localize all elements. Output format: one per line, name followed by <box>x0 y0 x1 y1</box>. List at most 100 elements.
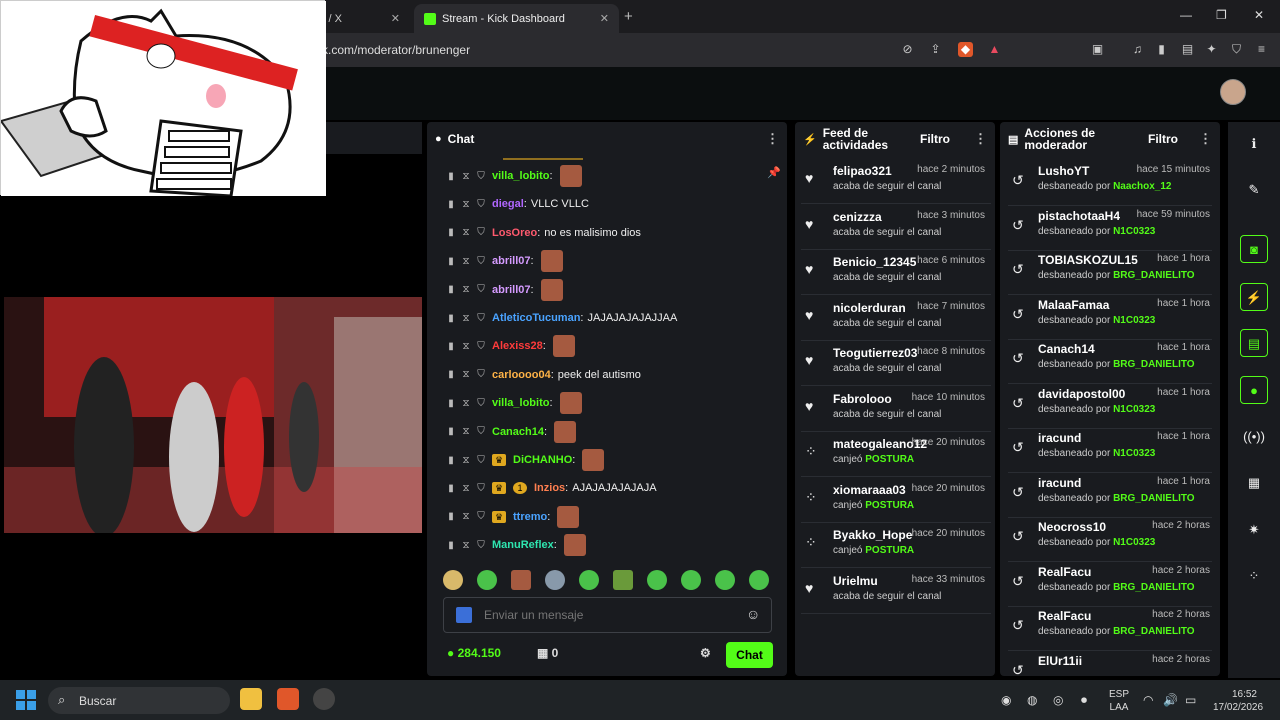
feed-filter-button[interactable]: Filtro <box>920 132 950 146</box>
notes-icon[interactable]: ▤ <box>1240 329 1268 357</box>
share-icon[interactable]: ⇪ <box>928 42 943 57</box>
chat-username[interactable]: carloooo04 <box>492 369 551 381</box>
feed-username[interactable]: Urielmu <box>833 574 878 588</box>
info-icon[interactable]: ℹ <box>1240 130 1268 158</box>
mod-moderator[interactable]: BRG_DANIELITO <box>1113 359 1195 370</box>
maximize-icon[interactable]: ❐ <box>1216 8 1227 22</box>
timeout-icon[interactable]: ⧖ <box>462 227 470 238</box>
timeout-icon[interactable]: ⧖ <box>462 199 470 210</box>
feed-item[interactable]: ⁘ mateogaleano12 hace 20 minutos canjeó POS… <box>801 433 991 477</box>
ban-icon[interactable]: ⛉ <box>477 398 485 409</box>
mod-action-item[interactable]: ↺ RealFacu hace 2 horas desbaneado por BRG_… <box>1008 563 1212 607</box>
timeout-icon[interactable]: ⧖ <box>462 369 470 380</box>
ban-icon[interactable]: ⛉ <box>477 341 485 352</box>
mod-username[interactable]: ElUr11ii <box>1038 654 1082 668</box>
timeout-icon[interactable]: ⧖ <box>462 483 470 494</box>
kick-emote-icon[interactable] <box>456 607 472 623</box>
ban-icon[interactable]: ⛉ <box>477 256 485 267</box>
sidebar-icon[interactable]: ▮ <box>1154 42 1169 57</box>
feed-item[interactable]: ♥ nicolerduran hace 7 minutos acaba de segu… <box>801 297 991 341</box>
delete-icon[interactable]: ▮ <box>447 398 455 409</box>
wrench-icon[interactable]: ✷ <box>1240 516 1268 544</box>
mod-username[interactable]: MalaaFamaa <box>1038 298 1109 312</box>
mod-username[interactable]: pistachotaaH4 <box>1038 209 1120 223</box>
leo-ai-icon[interactable]: ✦ <box>1204 42 1219 57</box>
feed-username[interactable]: Fabrolooo <box>833 392 892 406</box>
mod-filter-button[interactable]: Filtro <box>1148 132 1178 146</box>
file-explorer-icon[interactable] <box>240 688 262 710</box>
mod-action-item[interactable]: ↺ iracund hace 1 hora desbaneado por BRG_DA… <box>1008 474 1212 518</box>
app-icon[interactable]: ◎ <box>1053 693 1063 707</box>
pencil-icon[interactable]: ✎ <box>1240 176 1268 204</box>
points-icon[interactable]: ⁘ <box>1240 562 1268 590</box>
mod-action-item[interactable]: ↺ davidapostol00 hace 1 hora desbaneado por… <box>1008 385 1212 429</box>
chat-message[interactable]: ▮ ⧖ ⛉ LosOreo: no es malisimo dios <box>447 223 641 243</box>
feed-username[interactable]: felipao321 <box>833 164 892 178</box>
brave-browser-icon[interactable] <box>277 688 299 710</box>
channel-points[interactable]: ● 284.150 <box>447 646 501 660</box>
emoji-picker-icon[interactable]: ☺ <box>746 606 760 622</box>
feed-menu-icon[interactable]: ⋮ <box>974 131 987 147</box>
delete-icon[interactable]: ▮ <box>447 369 455 380</box>
delete-icon[interactable]: ▮ <box>447 483 455 494</box>
feed-username[interactable]: cenizzza <box>833 210 882 224</box>
feed-item[interactable]: ⁘ xiomaraaa03 hace 20 minutos canjeó POSTUR… <box>801 479 991 523</box>
mod-moderator[interactable]: BRG_DANIELITO <box>1113 582 1195 593</box>
mod-username[interactable]: TOBIASKOZUL15 <box>1038 253 1138 267</box>
chat-username[interactable]: abrill07 <box>492 255 531 267</box>
chat-username[interactable]: ManuReflex <box>492 539 554 551</box>
camera-icon[interactable]: ◙ <box>1240 235 1268 263</box>
chat-username[interactable]: diegal <box>492 198 524 210</box>
timeout-icon[interactable]: ⧖ <box>462 256 470 267</box>
chat-username[interactable]: Inzios <box>534 482 565 494</box>
ban-icon[interactable]: ⛉ <box>477 313 485 324</box>
delete-icon[interactable]: ▮ <box>447 313 455 324</box>
mod-moderator[interactable]: BRG_DANIELITO <box>1113 626 1195 637</box>
broadcast-icon[interactable]: ((•)) <box>1240 423 1268 451</box>
chat-message[interactable]: ▮ ⧖ ⛉ Canach14: <box>447 420 577 443</box>
mute-icon[interactable]: ⊘ <box>900 42 915 57</box>
mod-moderator[interactable]: N1C0323 <box>1113 315 1155 326</box>
mod-moderator[interactable]: N1C0323 <box>1113 226 1155 237</box>
chat-icon[interactable]: ● <box>1240 376 1268 404</box>
timeout-icon[interactable]: ⧖ <box>462 398 470 409</box>
feed-username[interactable]: Benicio_12345 <box>833 255 916 269</box>
timeout-icon[interactable]: ⧖ <box>462 341 470 352</box>
chat-username[interactable]: Canach14 <box>492 426 544 438</box>
delete-icon[interactable]: ▮ <box>447 341 455 352</box>
tab-kick-dashboard[interactable]: Stream - Kick Dashboard ✕ <box>414 4 619 33</box>
chat-message[interactable]: ▮ ⧖ ⛉ ♛ ttremo: <box>447 505 580 528</box>
close-icon[interactable]: ✕ <box>600 12 609 25</box>
chat-username[interactable]: Alexiss28 <box>492 340 543 352</box>
feed-item[interactable]: ♥ Urielmu hace 33 minutos acaba de seguir e… <box>801 570 991 614</box>
address-bar[interactable]: ck.com/moderator/brunenger <box>316 39 926 61</box>
volume-icon[interactable]: 🔊 <box>1163 693 1178 707</box>
brave-shield-icon[interactable]: ◆ <box>958 42 973 57</box>
send-chat-button[interactable]: Chat <box>726 642 773 668</box>
chat-message[interactable]: ▮ ⧖ ⛉ ManuReflex: <box>447 534 586 557</box>
mod-action-item[interactable]: ↺ MalaaFamaa hace 1 hora desbaneado por N1C… <box>1008 296 1212 340</box>
ban-icon[interactable]: ⛉ <box>477 227 485 238</box>
feed-item[interactable]: ♥ Benicio_12345 hace 6 minutos acaba de seg… <box>801 251 991 295</box>
store-button[interactable]: ▦ 0 <box>537 646 558 660</box>
chat-message[interactable]: ▮ ⧖ ⛉ diegal: VLLC VLLC <box>447 194 589 214</box>
gear-icon[interactable]: ⚙ <box>700 646 711 660</box>
delete-icon[interactable]: ▮ <box>447 227 455 238</box>
emote-icon[interactable] <box>681 570 701 590</box>
mod-username[interactable]: LushoYT <box>1038 164 1089 178</box>
feed-username[interactable]: Byakko_Hope <box>833 528 912 542</box>
clock[interactable]: 16:52 17/02/2026 <box>1213 688 1263 714</box>
stream-video[interactable] <box>4 297 422 537</box>
chat-menu-icon[interactable]: ⋮ <box>766 131 779 147</box>
discord-icon[interactable]: ◍ <box>1027 693 1037 707</box>
language-indicator[interactable]: ESP LAA <box>1109 688 1129 714</box>
ban-icon[interactable]: ⛉ <box>477 540 485 551</box>
ban-icon[interactable]: ⛉ <box>477 426 485 437</box>
windows-start-icon[interactable] <box>16 690 36 710</box>
ban-icon[interactable]: ⛉ <box>477 171 485 182</box>
ban-icon[interactable]: ⛉ <box>477 199 485 210</box>
mod-username[interactable]: RealFacu <box>1038 609 1091 623</box>
emote-icon[interactable] <box>477 570 497 590</box>
chat-username[interactable]: villa_lobito <box>492 397 549 409</box>
chat-message[interactable]: ▮ ⧖ ⛉ ♛ DiCHANHO: <box>447 449 605 471</box>
